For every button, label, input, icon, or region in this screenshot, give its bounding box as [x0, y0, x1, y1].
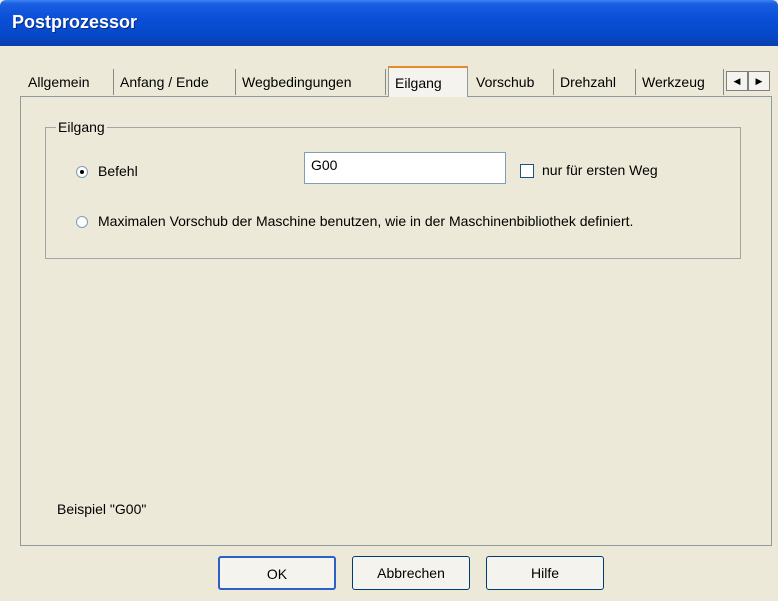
first-path-checkbox[interactable] — [520, 164, 534, 178]
tab-anfang-ende[interactable]: Anfang / Ende — [114, 69, 236, 95]
command-input[interactable]: G00 — [304, 152, 506, 184]
radio-max-feed[interactable] — [76, 216, 88, 228]
radio-selected-dot — [80, 170, 84, 174]
tab-drehzahl[interactable]: Drehzahl — [554, 69, 636, 95]
tab-strip: Allgemein Anfang / Ende Wegbedingungen E… — [22, 66, 778, 97]
help-button[interactable]: Hilfe — [486, 556, 604, 590]
eilgang-group: Eilgang Befehl G00 nur für ersten Weg Ma… — [45, 119, 741, 259]
tab-vorschub[interactable]: Vorschub — [470, 69, 554, 95]
tab-wegbedingungen[interactable]: Wegbedingungen — [236, 69, 386, 95]
first-path-checkbox-label: nur für ersten Weg — [542, 162, 658, 178]
window-title: Postprozessor — [12, 12, 138, 32]
title-bar[interactable]: Postprozessor — [0, 0, 778, 46]
group-title: Eilgang — [56, 119, 107, 135]
tab-eilgang[interactable]: Eilgang — [388, 66, 468, 97]
cancel-button[interactable]: Abbrechen — [352, 556, 470, 590]
arrow-left-icon[interactable]: ◀ — [726, 71, 748, 91]
radio-befehl-label: Befehl — [98, 163, 138, 179]
radio-max-feed-label: Maximalen Vorschub der Maschine benutzen… — [98, 213, 634, 229]
radio-befehl[interactable] — [76, 166, 88, 178]
tab-allgemein[interactable]: Allgemein — [22, 69, 114, 95]
example-text: Beispiel "G00" — [57, 501, 147, 517]
tab-scroll-buttons: ◀ ▶ — [726, 71, 770, 91]
tab-panel: Eilgang Befehl G00 nur für ersten Weg Ma… — [20, 96, 772, 546]
ok-button[interactable]: OK — [218, 556, 336, 590]
tab-werkzeug[interactable]: Werkzeug — [636, 69, 724, 95]
arrow-right-icon[interactable]: ▶ — [748, 71, 770, 91]
